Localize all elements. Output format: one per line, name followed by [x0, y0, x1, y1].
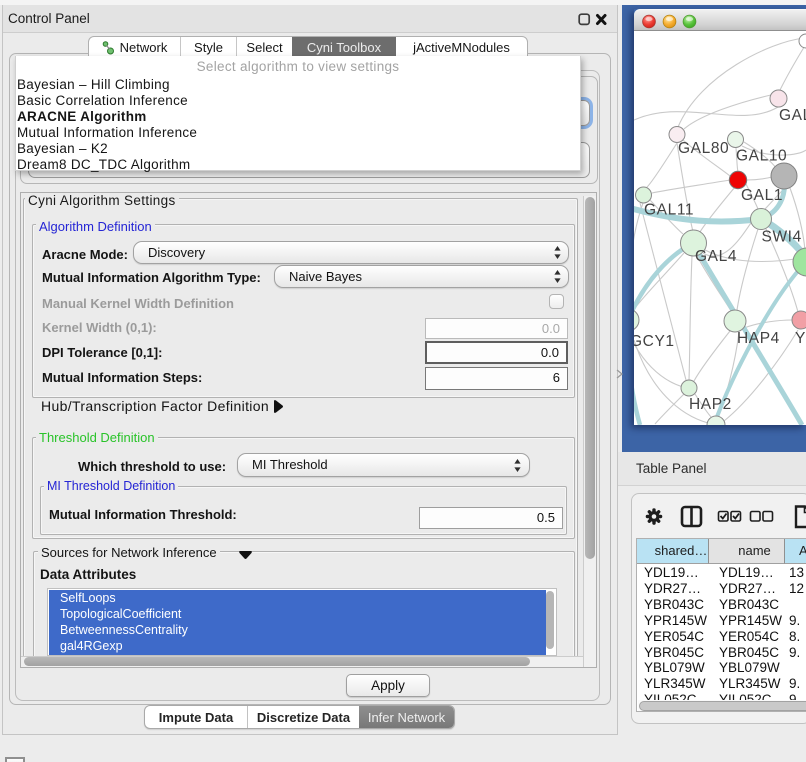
svg-text:YM: YM	[795, 330, 806, 347]
svg-text:GAL7: GAL7	[779, 107, 806, 124]
svg-text:SWI4: SWI4	[762, 229, 802, 246]
svg-text:GAL80: GAL80	[678, 140, 729, 157]
svg-text:GAL1: GAL1	[741, 187, 783, 204]
svg-text:GAL4: GAL4	[695, 248, 737, 265]
svg-text:HAP4: HAP4	[737, 330, 780, 347]
svg-text:GAL11: GAL11	[644, 202, 694, 219]
svg-text:GCY1: GCY1	[634, 333, 675, 350]
svg-text:GAL10: GAL10	[736, 148, 787, 165]
svg-text:HAP2: HAP2	[689, 396, 732, 413]
